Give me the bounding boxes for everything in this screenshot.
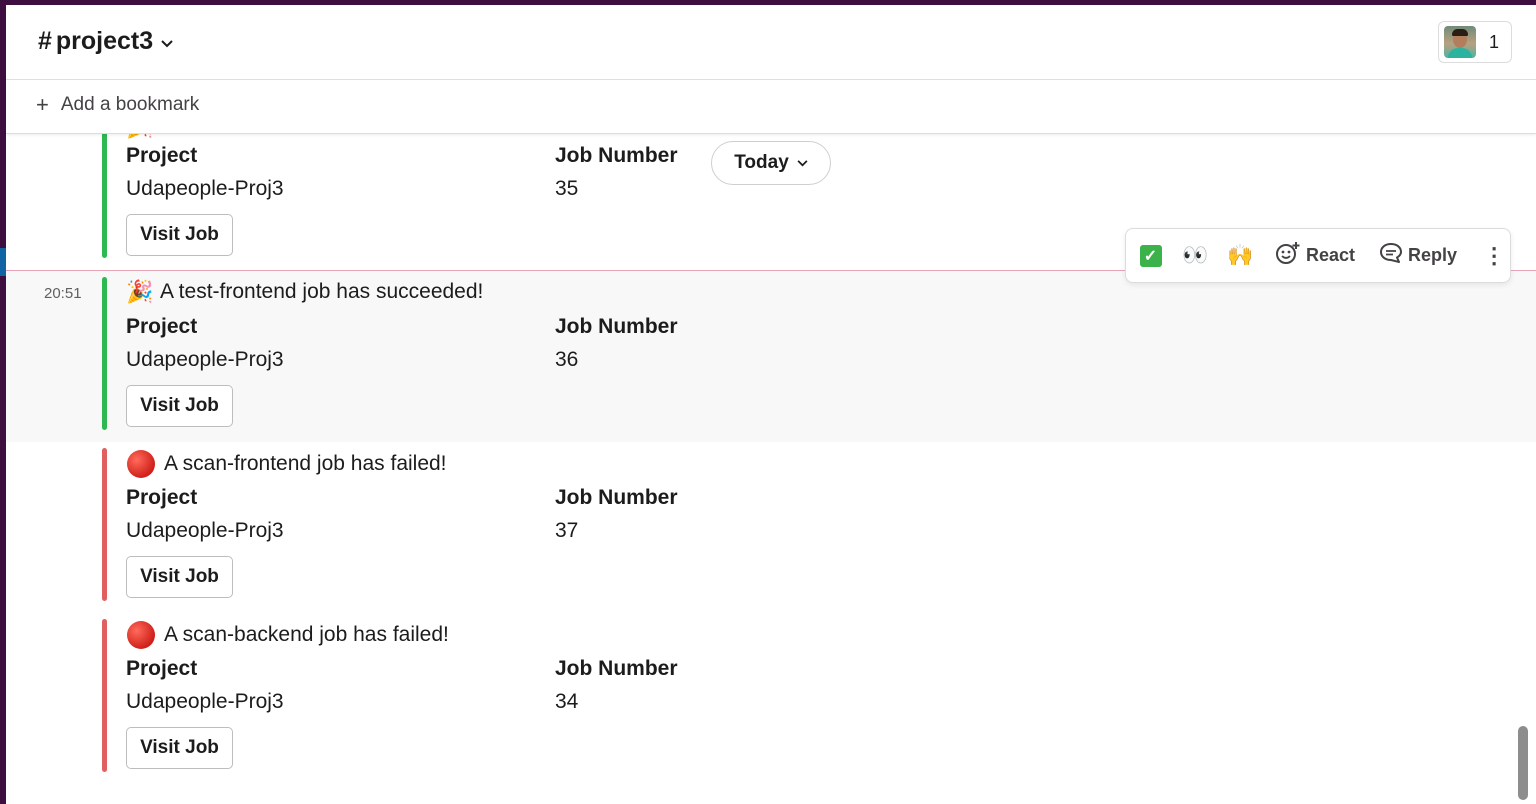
white-check-mark-icon: ✓	[1139, 244, 1162, 267]
channel-header: # project3 1	[6, 5, 1536, 80]
message-title: A scan-backend job has failed!	[126, 621, 449, 649]
attachment-bar-success	[102, 134, 107, 258]
project-value: Udapeople-Proj3	[126, 348, 284, 371]
reply-button[interactable]: Reply	[1379, 242, 1457, 269]
job-number-value: 35	[555, 177, 579, 200]
party-popper-icon: 🎉	[126, 134, 160, 140]
hash-icon: #	[38, 27, 52, 55]
project-label: Project	[126, 657, 198, 680]
visit-job-button[interactable]: Visit Job	[126, 385, 233, 427]
date-divider-button[interactable]: Today	[711, 141, 831, 185]
raised-hands-icon: 🙌	[1227, 243, 1254, 267]
job-number-label: Job Number	[555, 657, 678, 680]
react-label: React	[1306, 245, 1356, 265]
project-value: Udapeople-Proj3	[126, 177, 284, 200]
react-eyes-button[interactable]: 👀	[1173, 244, 1218, 268]
add-bookmark-button[interactable]: + Add a bookmark	[36, 94, 199, 116]
attachment-bar-success	[102, 277, 107, 430]
visit-job-button[interactable]: Visit Job	[126, 556, 233, 598]
add-reaction-icon	[1275, 241, 1306, 270]
add-bookmark-label: Add a bookmark	[60, 94, 200, 115]
attachment-bar-failed	[102, 619, 107, 772]
member-count: 1	[1489, 31, 1500, 52]
visit-job-button[interactable]: Visit Job	[126, 727, 233, 769]
project-value: Udapeople-Proj3	[126, 519, 284, 542]
react-button[interactable]: React	[1275, 241, 1355, 270]
bookmark-bar: + Add a bookmark	[6, 80, 1536, 134]
visit-job-button[interactable]: Visit Job	[126, 214, 233, 256]
project-label: Project	[126, 315, 198, 338]
message-item: A scan-backend job has failed! Project J…	[6, 613, 1536, 784]
react-check-button[interactable]: ✓	[1128, 244, 1173, 267]
channel-name-button[interactable]: # project3	[38, 27, 173, 56]
project-label: Project	[126, 144, 198, 167]
channel-name: project3	[55, 27, 154, 55]
more-actions-button[interactable]: ⋮	[1479, 243, 1509, 269]
message-text: A scan-backend job has failed!	[164, 623, 449, 646]
scrollbar-thumb[interactable]	[1518, 726, 1528, 800]
job-number-value: 37	[555, 519, 579, 542]
member-avatar	[1444, 26, 1476, 58]
message-item-hovered: 20:51 🎉 A test-frontend job has succeede…	[6, 271, 1536, 442]
plus-icon: +	[36, 92, 49, 117]
job-number-label: Job Number	[555, 144, 678, 167]
message-text: A scan-frontend job has failed!	[164, 452, 447, 475]
eyes-icon: 👀	[1182, 243, 1209, 267]
message-title: 🎉	[126, 134, 160, 140]
chevron-down-icon	[161, 35, 173, 51]
more-vertical-icon: ⋮	[1483, 242, 1506, 268]
job-number-label: Job Number	[555, 315, 678, 338]
red-circle-icon	[127, 621, 155, 649]
message-title: A scan-frontend job has failed!	[126, 450, 447, 478]
reply-thread-icon	[1379, 242, 1408, 269]
react-raised-hands-button[interactable]: 🙌	[1218, 244, 1263, 268]
message-text: A test-frontend job has succeeded!	[160, 280, 484, 303]
date-divider-label: Today	[734, 152, 789, 173]
project-label: Project	[126, 486, 198, 509]
members-button[interactable]: 1	[1438, 21, 1512, 63]
message-timestamp[interactable]: 20:51	[44, 285, 82, 302]
message-actions-toolbar: ✓ 👀 🙌 React Reply ⋮	[1125, 228, 1511, 283]
job-number-value: 34	[555, 690, 579, 713]
party-popper-icon: 🎉	[126, 279, 154, 304]
attachment-bar-failed	[102, 448, 107, 601]
project-value: Udapeople-Proj3	[126, 690, 284, 713]
red-circle-icon	[127, 450, 155, 478]
job-number-label: Job Number	[555, 486, 678, 509]
chevron-down-icon	[797, 156, 808, 170]
job-number-value: 36	[555, 348, 579, 371]
message-item: A scan-frontend job has failed! Project …	[6, 442, 1536, 613]
message-title: 🎉 A test-frontend job has succeeded!	[126, 279, 483, 305]
reply-label: Reply	[1408, 245, 1458, 265]
